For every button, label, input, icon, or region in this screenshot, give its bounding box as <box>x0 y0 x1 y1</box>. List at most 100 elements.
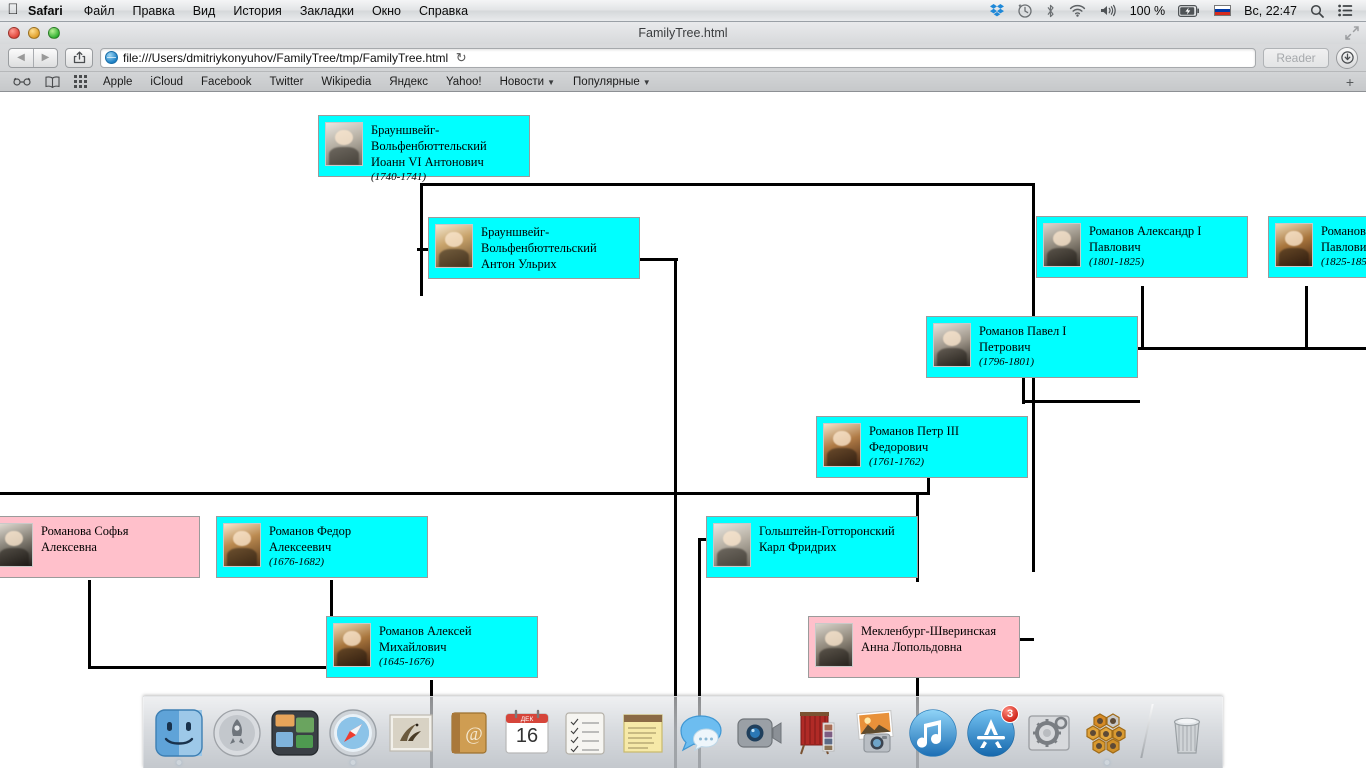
top-sites-icon[interactable] <box>67 75 94 88</box>
node-years: (1825-1855) <box>1321 256 1366 268</box>
notification-center-icon[interactable] <box>1331 0 1360 22</box>
tree-node-nikolai1[interactable]: Романов Николай I Павлович (1825-1855) <box>1268 216 1366 278</box>
bookmark-folder-news[interactable]: Новости ▼ <box>491 76 564 88</box>
tree-node-alexey[interactable]: Романов Алексей Михайлович (1645-1676) <box>326 616 538 678</box>
input-source-flag-icon[interactable] <box>1207 0 1238 22</box>
site-globe-icon <box>105 51 118 64</box>
tree-node-karl-fridrih[interactable]: Гольштейн-Готторонский Карл Фридрих <box>706 516 918 578</box>
battery-charging-icon[interactable] <box>1171 0 1207 22</box>
window-title: FamilyTree.html <box>638 26 728 40</box>
dock-item-mission-control[interactable] <box>270 708 320 758</box>
apple-menu-icon[interactable]:  <box>0 2 26 19</box>
node-surname-line1: Романов Александр I <box>1089 224 1202 238</box>
close-button[interactable] <box>8 27 20 39</box>
bookmark-folder-popular[interactable]: Популярные ▼ <box>564 76 660 88</box>
family-tree-page: Брауншвейг- Вольфенбюттельский Иоанн VI … <box>0 92 1366 768</box>
chevron-down-icon: ▼ <box>642 77 651 87</box>
dock-item-iphoto[interactable] <box>850 708 900 758</box>
dock-item-photo-booth[interactable] <box>792 708 842 758</box>
sidebar-icon[interactable] <box>6 76 38 87</box>
dock-item-contacts[interactable]: @ <box>444 708 494 758</box>
tree-node-fedor[interactable]: Романов Федор Алексеевич (1676-1682) <box>216 516 428 578</box>
address-bar[interactable]: file:///Users/dmitriykonyuhov/FamilyTree… <box>100 47 1256 68</box>
connector <box>1141 286 1144 350</box>
bookmark-twitter[interactable]: Twitter <box>261 76 313 88</box>
node-surname-line2: Алексеевич <box>269 540 332 554</box>
dock-item-system-preferences[interactable] <box>1024 708 1074 758</box>
dock-item-itunes[interactable] <box>908 708 958 758</box>
tree-node-ioann6[interactable]: Брауншвейг- Вольфенбюттельский Иоанн VI … <box>318 115 530 183</box>
dock-item-app-store[interactable]: 3 <box>966 705 1019 758</box>
tree-node-sofya[interactable]: Романова Софья Алексевна <box>0 516 200 578</box>
portrait-image <box>1043 223 1081 267</box>
time-machine-icon[interactable] <box>1011 0 1039 22</box>
bookmark-apple[interactable]: Apple <box>94 76 141 88</box>
tree-node-anna-leopoldovna[interactable]: Мекленбург-Шверинская Анна Лопольдовна <box>808 616 1020 678</box>
tree-node-pavel1[interactable]: Романов Павел I Петрович (1796-1801) <box>926 316 1138 378</box>
menu-bar-clock[interactable]: Вс, 22:47 <box>1238 4 1303 18</box>
bookmark-facebook[interactable]: Facebook <box>192 76 261 88</box>
node-surname-line1: Романов Павел I <box>979 324 1067 338</box>
node-years: (1796-1801) <box>979 356 1034 368</box>
zoom-button[interactable] <box>48 27 60 39</box>
forward-button[interactable]: ▶ <box>33 48 57 67</box>
bookmark-icloud[interactable]: iCloud <box>141 76 192 88</box>
dock-item-launchpad[interactable] <box>212 708 262 758</box>
calendar-day-label: 16 <box>515 725 539 747</box>
menu-app-name[interactable]: Safari <box>26 0 75 22</box>
fullscreen-icon[interactable] <box>1344 25 1360 41</box>
share-icon[interactable] <box>65 47 93 68</box>
volume-icon[interactable] <box>1093 0 1124 22</box>
bookmark-yandex[interactable]: Яндекс <box>380 76 437 88</box>
running-indicator <box>350 760 356 765</box>
node-text: Романов Петр III Федорович (1761-1762) <box>869 423 959 469</box>
dock-item-facetime[interactable] <box>734 708 784 758</box>
dock-item-mail[interactable] <box>386 708 436 758</box>
app-store-badge: 3 <box>1001 705 1019 723</box>
dock-item-notes[interactable] <box>618 708 668 758</box>
menu-item-edit[interactable]: Правка <box>123 0 183 22</box>
node-text: Романова Софья Алексевна <box>41 523 129 555</box>
dock-item-trash[interactable] <box>1162 708 1212 758</box>
bookmarks-bar: Apple iCloud Facebook Twitter Wikipedia … <box>0 71 1366 91</box>
bluetooth-icon[interactable] <box>1039 0 1062 22</box>
connector <box>420 183 1035 186</box>
reading-list-icon[interactable] <box>38 75 67 88</box>
connector <box>1018 638 1034 641</box>
dock-separator <box>1140 704 1154 758</box>
portrait-image <box>223 523 261 567</box>
reload-icon[interactable]: ↻ <box>453 50 469 66</box>
menu-item-history[interactable]: История <box>224 0 290 22</box>
tree-node-petr3[interactable]: Романов Петр III Федорович (1761-1762) <box>816 416 1028 478</box>
battery-percent-label: 100 % <box>1129 3 1166 18</box>
node-surname-line1: Романов Петр III <box>869 424 960 438</box>
menu-item-help[interactable]: Справка <box>410 0 477 22</box>
connector <box>638 258 678 261</box>
bookmark-wikipedia[interactable]: Wikipedia <box>312 76 380 88</box>
dock-item-reminders[interactable] <box>560 708 610 758</box>
search-icon[interactable] <box>1303 0 1331 22</box>
dock-item-messages[interactable] <box>676 708 726 758</box>
dock-item-calendar[interactable]: ДЕК 16 <box>502 708 552 758</box>
menu-item-view[interactable]: Вид <box>184 0 225 22</box>
connector <box>1032 378 1035 572</box>
menu-item-bookmarks[interactable]: Закладки <box>291 0 363 22</box>
minimize-button[interactable] <box>28 27 40 39</box>
dock-item-family-tree-app[interactable] <box>1082 708 1132 765</box>
tree-node-anton-ulrich[interactable]: Брауншвейг- Вольфенбюттельский Антон Уль… <box>428 217 640 279</box>
node-surname-line2: Федорович <box>869 440 929 454</box>
menu-item-window[interactable]: Окно <box>363 0 410 22</box>
tree-node-alexander1[interactable]: Романов Александр I Павлович (1801-1825) <box>1036 216 1248 278</box>
chevron-down-icon: ▼ <box>547 77 556 87</box>
back-button[interactable]: ◀ <box>9 49 33 67</box>
dock-item-safari[interactable] <box>328 708 378 765</box>
dock-item-finder[interactable] <box>154 708 204 765</box>
dropbox-icon[interactable] <box>983 0 1011 22</box>
bookmark-yahoo[interactable]: Yahoo! <box>437 76 491 88</box>
menu-item-file[interactable]: Файл <box>75 0 124 22</box>
new-tab-button[interactable]: + <box>1340 74 1360 90</box>
downloads-icon[interactable] <box>1336 46 1358 69</box>
node-surname-line2: Алексевна <box>41 540 97 554</box>
reader-button[interactable]: Reader <box>1263 47 1329 68</box>
wifi-icon[interactable] <box>1062 0 1093 22</box>
